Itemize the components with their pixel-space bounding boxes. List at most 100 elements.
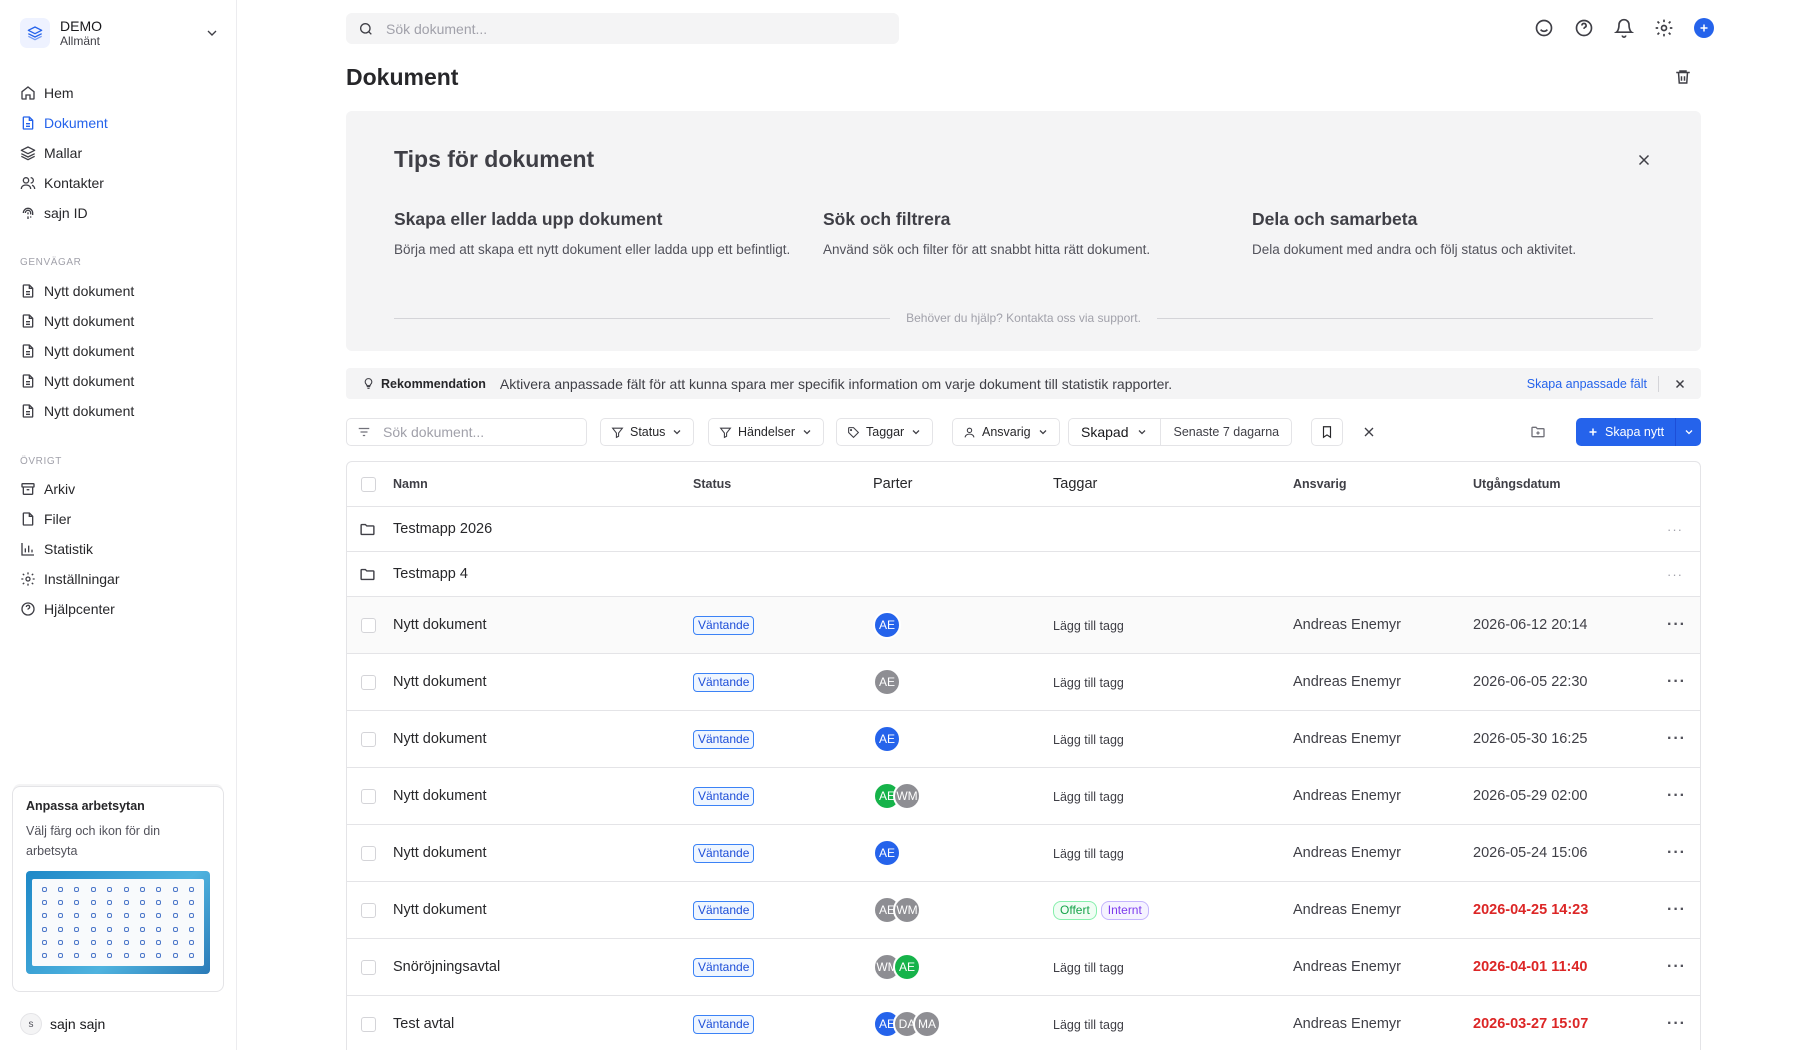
col-expiry[interactable]: Utgångsdatum [1473, 477, 1561, 491]
nav-item-kontakter[interactable]: Kontakter [20, 168, 220, 198]
date-range-select[interactable]: Senaste 7 dagarna [1161, 425, 1291, 439]
table-row[interactable]: Nytt dokument Väntande AE Lägg till tagg And… [347, 654, 1700, 711]
parties-avatars[interactable]: WM AE [873, 953, 921, 981]
tags-cell[interactable]: Lägg till tagg [1053, 731, 1124, 747]
parties-avatars[interactable]: AE [873, 839, 901, 867]
document-name[interactable]: Nytt dokument [393, 788, 487, 804]
global-search-input[interactable]: Sök dokument... [346, 13, 899, 44]
tags-cell[interactable]: Lägg till tagg [1053, 674, 1124, 690]
folder-row[interactable]: Testmapp 4 ··· [347, 552, 1700, 597]
tags-cell[interactable]: Offert Internt [1053, 900, 1153, 920]
smiley-icon[interactable] [1534, 18, 1554, 38]
row-checkbox[interactable] [361, 845, 376, 861]
document-search-input[interactable]: Sök dokument... [346, 418, 587, 446]
more-actions-icon[interactable]: ··· [1667, 673, 1686, 691]
shortcut-item[interactable]: Nytt dokument [20, 396, 220, 426]
row-checkbox[interactable] [361, 959, 376, 975]
more-actions-icon[interactable]: ··· [1667, 616, 1686, 634]
more-actions-icon[interactable]: ··· [1667, 787, 1686, 805]
nav-item-sajn-id[interactable]: sajn ID [20, 198, 220, 228]
nav-item-filer[interactable]: Filer [20, 504, 220, 534]
shortcut-item[interactable]: Nytt dokument [20, 276, 220, 306]
col-parties[interactable]: Parter [873, 476, 913, 492]
tags-cell[interactable]: Lägg till tagg [1053, 1016, 1124, 1032]
nav-item-statistik[interactable]: Statistik [20, 534, 220, 564]
row-checkbox[interactable] [361, 674, 376, 690]
table-row[interactable]: Nytt dokument Väntande AE WM Lägg till tagg A… [347, 768, 1700, 825]
save-view-button[interactable] [1311, 418, 1343, 446]
col-status[interactable]: Status [693, 477, 731, 491]
row-checkbox[interactable] [361, 617, 376, 633]
responsible-filter-button[interactable]: Ansvarig [952, 418, 1060, 446]
add-tag-link[interactable]: Lägg till tagg [1053, 790, 1124, 804]
create-new-button[interactable]: Skapa nytt [1576, 418, 1701, 446]
document-name[interactable]: Nytt dokument [393, 617, 487, 633]
help-icon[interactable] [1574, 18, 1594, 38]
parties-avatars[interactable]: AE WM [873, 896, 921, 924]
document-name[interactable]: Nytt dokument [393, 674, 487, 690]
more-actions-icon[interactable]: ··· [1667, 522, 1683, 537]
document-name[interactable]: Nytt dokument [393, 902, 487, 918]
plus-icon[interactable] [1694, 18, 1714, 38]
events-filter-button[interactable]: Händelser [708, 418, 824, 446]
add-tag-link[interactable]: Lägg till tagg [1053, 676, 1124, 690]
gear-icon[interactable] [1654, 18, 1674, 38]
tags-cell[interactable]: Lägg till tagg [1053, 959, 1124, 975]
col-name[interactable]: Namn [393, 477, 428, 491]
bell-icon[interactable] [1614, 18, 1634, 38]
add-tag-link[interactable]: Lägg till tagg [1053, 1018, 1124, 1032]
row-checkbox[interactable] [361, 1016, 376, 1032]
table-row[interactable]: Test avtal Väntande AE DA MA Lägg till tagg An… [347, 996, 1700, 1050]
table-row[interactable]: Nytt dokument Väntande AE Lägg till tagg And… [347, 825, 1700, 882]
user-menu[interactable]: s sajn sajn [20, 1013, 105, 1035]
nav-item-dokument[interactable]: Dokument [20, 108, 220, 138]
document-name[interactable]: Snöröjningsavtal [393, 959, 500, 975]
folder-row[interactable]: Testmapp 2026 ··· [347, 507, 1700, 552]
create-custom-fields-link[interactable]: Skapa anpassade fält [1527, 377, 1647, 391]
select-all-checkbox[interactable] [361, 476, 376, 492]
nav-item-hem[interactable]: Hem [20, 78, 220, 108]
more-actions-icon[interactable]: ··· [1667, 958, 1686, 976]
nav-item-installningar[interactable]: Inställningar [20, 564, 220, 594]
table-row[interactable]: Snöröjningsavtal Väntande WM AE Lägg till ta… [347, 939, 1700, 996]
add-tag-link[interactable]: Lägg till tagg [1053, 733, 1124, 747]
tags-filter-button[interactable]: Taggar [836, 418, 934, 446]
nav-item-arkiv[interactable]: Arkiv [20, 474, 220, 504]
add-tag-link[interactable]: Lägg till tagg [1053, 619, 1124, 633]
status-filter-button[interactable]: Status [600, 418, 695, 446]
workspace-switcher[interactable]: DEMO Allmänt [20, 14, 220, 52]
create-new-main[interactable]: Skapa nytt [1576, 418, 1676, 446]
table-row[interactable]: Nytt dokument Väntande AE Lägg till tagg And… [347, 597, 1700, 654]
table-row[interactable]: Nytt dokument Väntande AE WM Offert Internt An… [347, 882, 1700, 939]
table-row[interactable]: Nytt dokument Väntande AE Lägg till tagg And… [347, 711, 1700, 768]
support-link[interactable]: Behöver du hjälp? Kontakta oss via suppo… [906, 311, 1141, 325]
col-tags[interactable]: Taggar [1053, 476, 1097, 492]
parties-avatars[interactable]: AE [873, 611, 901, 639]
shortcut-item[interactable]: Nytt dokument [20, 366, 220, 396]
new-folder-icon[interactable] [1530, 424, 1546, 440]
nav-item-mallar[interactable]: Mallar [20, 138, 220, 168]
trash-icon[interactable] [1674, 68, 1692, 86]
clear-filters-icon[interactable] [1361, 424, 1377, 440]
close-icon[interactable] [1673, 377, 1687, 391]
nav-item-hjalpcenter[interactable]: Hjälpcenter [20, 594, 220, 624]
parties-avatars[interactable]: AE [873, 725, 901, 753]
tags-cell[interactable]: Lägg till tagg [1053, 788, 1124, 804]
row-checkbox[interactable] [361, 788, 376, 804]
shortcut-item[interactable]: Nytt dokument [20, 336, 220, 366]
parties-avatars[interactable]: AE [873, 668, 901, 696]
more-actions-icon[interactable]: ··· [1667, 1015, 1686, 1033]
document-name[interactable]: Test avtal [393, 1016, 454, 1032]
tags-cell[interactable]: Lägg till tagg [1053, 845, 1124, 861]
add-tag-link[interactable]: Lägg till tagg [1053, 847, 1124, 861]
parties-avatars[interactable]: AE DA MA [873, 1010, 941, 1038]
created-select[interactable]: Skapad [1069, 419, 1162, 445]
shortcut-item[interactable]: Nytt dokument [20, 306, 220, 336]
create-dropdown-toggle[interactable] [1676, 426, 1701, 438]
parties-avatars[interactable]: AE WM [873, 782, 921, 810]
customize-workspace-card[interactable]: Anpassa arbetsytan Välj färg och ikon fö… [12, 786, 224, 992]
tags-cell[interactable]: Lägg till tagg [1053, 617, 1124, 633]
more-actions-icon[interactable]: ··· [1667, 844, 1686, 862]
more-actions-icon[interactable]: ··· [1667, 901, 1686, 919]
more-actions-icon[interactable]: ··· [1667, 567, 1683, 582]
